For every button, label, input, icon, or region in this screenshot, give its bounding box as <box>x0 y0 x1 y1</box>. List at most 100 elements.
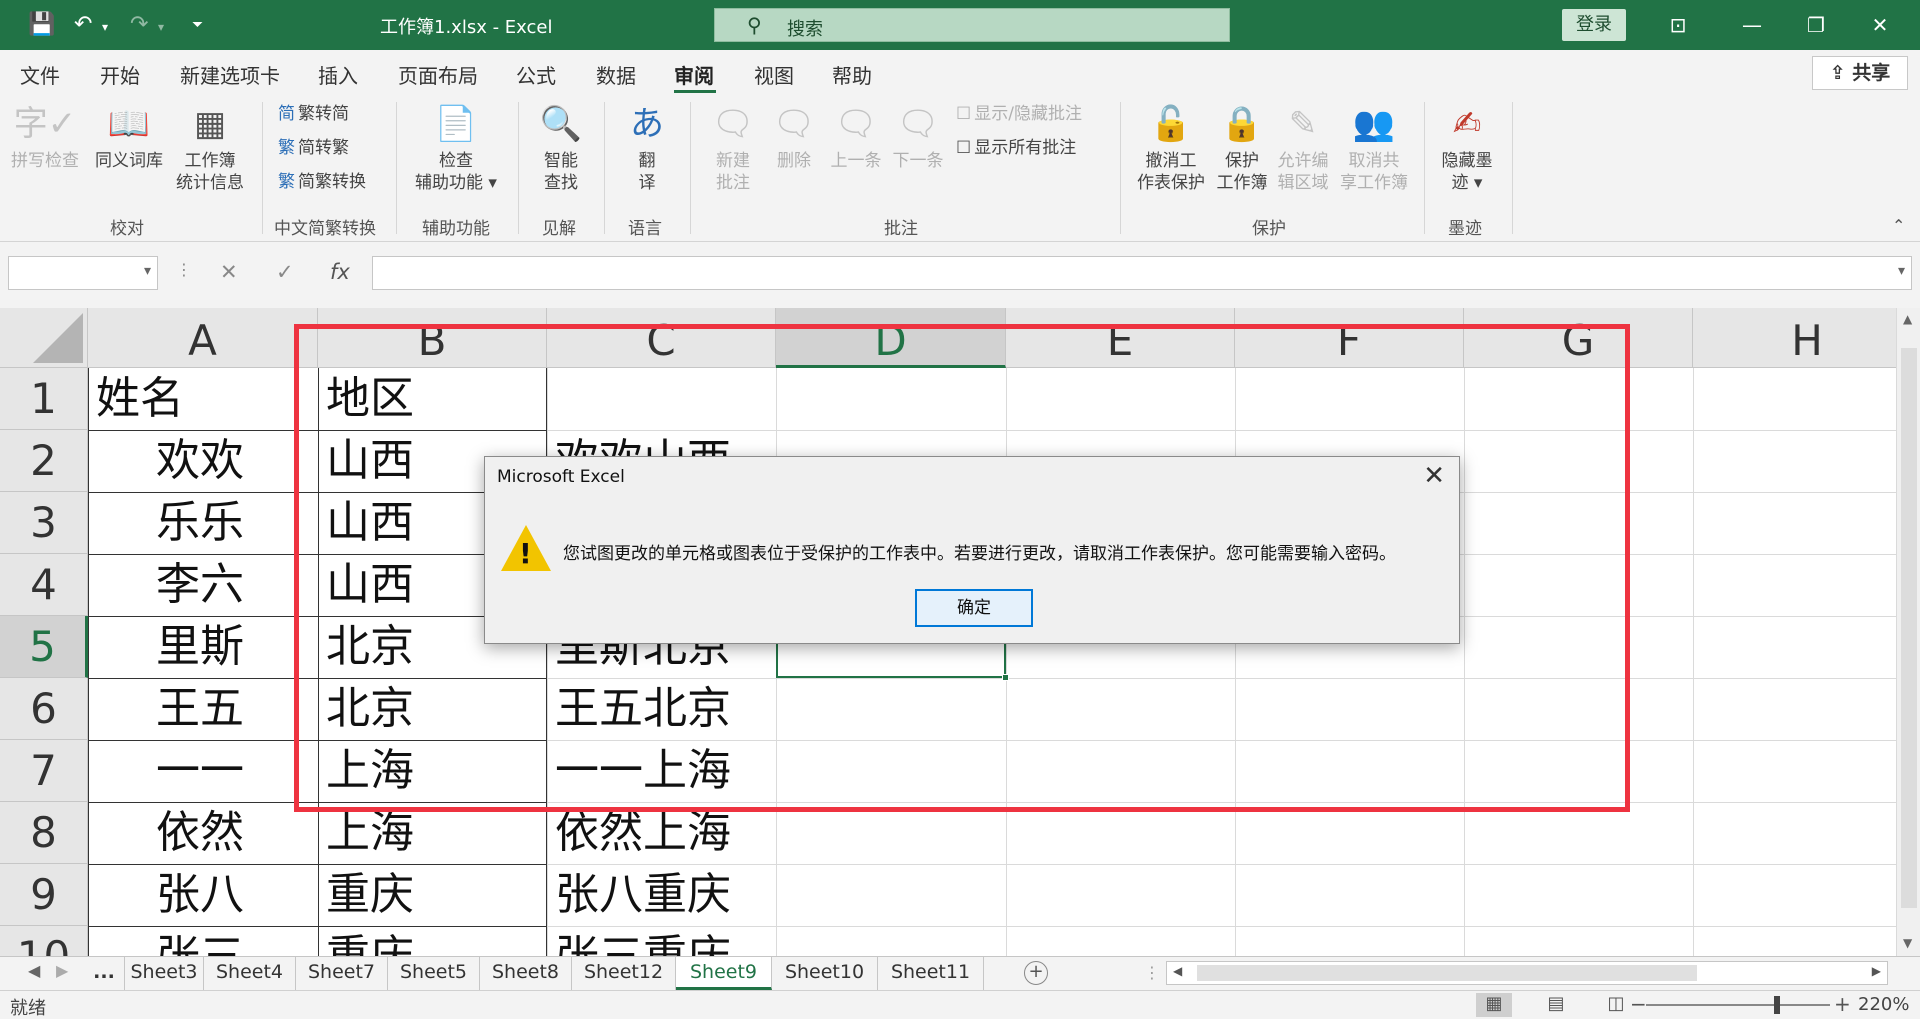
tab-review[interactable]: 审阅 <box>674 60 714 89</box>
cell-b2[interactable]: 山西 <box>326 430 414 492</box>
tab-data[interactable]: 数据 <box>596 60 636 89</box>
sheet-tab[interactable]: Sheet3 <box>124 957 204 990</box>
check-accessibility-button[interactable]: 📄 检查 辅助功能 ▾ <box>404 102 508 194</box>
tab-formulas[interactable]: 公式 <box>516 60 556 89</box>
cell-b10[interactable]: 重庆 <box>326 926 414 956</box>
cell-b3[interactable]: 山西 <box>326 492 414 554</box>
horizontal-scrollbar[interactable]: ◀ ▶ <box>1166 961 1888 985</box>
row-header-2[interactable]: 2 <box>0 430 88 492</box>
insert-function-icon[interactable]: fx <box>330 260 350 284</box>
simp-to-trad-button[interactable]: 繁简转繁 <box>278 136 349 160</box>
tab-page-layout[interactable]: 页面布局 <box>398 60 478 89</box>
tab-view[interactable]: 视图 <box>754 60 794 89</box>
unshare-workbook-button[interactable]: 👥 取消共 享工作簿 <box>1334 102 1414 194</box>
cell-b6[interactable]: 北京 <box>326 678 414 740</box>
allow-edit-ranges-button[interactable]: ✎ 允许编 辑区域 <box>1272 102 1334 194</box>
redo-icon[interactable]: ↷ <box>130 12 148 38</box>
restore-icon[interactable]: ❐ <box>1788 0 1844 50</box>
smart-lookup-button[interactable]: 🔍 智能 查找 <box>526 102 596 194</box>
page-break-view-icon[interactable]: ◫ <box>1598 993 1634 1017</box>
login-button[interactable]: 登录 <box>1562 9 1626 41</box>
select-all-button[interactable] <box>0 308 88 368</box>
cell-a2[interactable]: 欢欢 <box>156 430 244 492</box>
workbook-statistics-button[interactable]: ▦ 工作簿 统计信息 <box>170 102 250 194</box>
thesaurus-button[interactable]: 📖 同义词库 <box>92 102 166 172</box>
save-icon[interactable]: 💾 <box>28 12 55 38</box>
row-header-1[interactable]: 1 <box>0 368 88 430</box>
dialog-close-icon[interactable]: ✕ <box>1423 461 1445 491</box>
ok-button[interactable]: 确定 <box>915 589 1033 627</box>
customize-quick-access-icon[interactable]: ⏷ <box>192 12 203 38</box>
sheet-tab[interactable]: Sheet7 <box>296 957 388 990</box>
sheet-tab[interactable]: Sheet8 <box>480 957 572 990</box>
prev-sheet-icon[interactable]: ◀ <box>28 961 40 980</box>
new-comment-button[interactable]: 🗨 新建 批注 <box>700 102 766 194</box>
cell-b8[interactable]: 上海 <box>326 802 414 864</box>
fill-handle[interactable] <box>1002 674 1009 681</box>
horizontal-scroll-thumb[interactable] <box>1197 965 1697 981</box>
zoom-slider[interactable] <box>1646 1004 1830 1006</box>
tab-home[interactable]: 开始 <box>100 60 140 89</box>
sheet-tab[interactable]: Sheet4 <box>204 957 296 990</box>
vertical-scrollbar[interactable]: ▲ ▼ <box>1896 308 1920 956</box>
undo-icon[interactable]: ↶ <box>74 12 92 38</box>
cell-b5[interactable]: 北京 <box>326 616 414 678</box>
row-header-4[interactable]: 4 <box>0 554 88 616</box>
column-header-g[interactable]: G <box>1464 308 1693 368</box>
page-layout-view-icon[interactable]: ▤ <box>1538 993 1574 1017</box>
scroll-down-icon[interactable]: ▼ <box>1903 936 1912 950</box>
column-header-c[interactable]: C <box>547 308 776 368</box>
column-header-h[interactable]: H <box>1693 308 1896 368</box>
column-header-d[interactable]: D <box>776 308 1006 368</box>
sheet-tab[interactable]: Sheet5 <box>388 957 480 990</box>
row-header-3[interactable]: 3 <box>0 492 88 554</box>
vertical-scroll-thumb[interactable] <box>1901 348 1917 908</box>
cell-b4[interactable]: 山西 <box>326 554 414 616</box>
sheet-tab[interactable]: Sheet12 <box>572 957 676 990</box>
tab-insert[interactable]: 插入 <box>318 60 358 89</box>
cancel-icon[interactable]: ✕ <box>220 260 238 284</box>
zoom-slider-thumb[interactable] <box>1774 996 1780 1014</box>
tab-splitter-icon[interactable]: ⋮ <box>1144 963 1160 982</box>
column-header-f[interactable]: F <box>1235 308 1464 368</box>
zoom-out-icon[interactable]: − <box>1630 992 1647 1016</box>
scroll-left-icon[interactable]: ◀ <box>1173 964 1182 978</box>
minimize-icon[interactable]: — <box>1724 0 1780 50</box>
undo-dropdown-icon[interactable]: ▾ <box>102 14 108 40</box>
hide-ink-button[interactable]: ✍ 隐藏墨 迹 ▾ <box>1432 102 1502 194</box>
row-header-8[interactable]: 8 <box>0 802 88 864</box>
zoom-in-icon[interactable]: + <box>1834 992 1851 1016</box>
next-comment-button[interactable]: 🗨 下一条 <box>886 102 950 172</box>
cell-c9[interactable]: 张八重庆 <box>555 864 731 926</box>
normal-view-icon[interactable]: ▦ <box>1476 993 1512 1017</box>
cell-c10[interactable]: 张三重庆 <box>555 926 731 956</box>
cell-a6[interactable]: 王五 <box>156 678 244 740</box>
redo-dropdown-icon[interactable]: ▾ <box>158 14 164 40</box>
trad-to-simp-button[interactable]: 简繁转简 <box>278 102 349 126</box>
scroll-up-icon[interactable]: ▲ <box>1903 312 1912 326</box>
zoom-level[interactable]: 220% <box>1858 994 1909 1015</box>
tab-file[interactable]: 文件 <box>20 60 60 89</box>
show-hide-comment-button[interactable]: ☐ 显示/隐藏批注 <box>956 102 1082 126</box>
sheet-tab-active[interactable]: Sheet9 <box>676 957 772 990</box>
column-header-e[interactable]: E <box>1006 308 1235 368</box>
protect-workbook-button[interactable]: 🔒 保护 工作簿 <box>1212 102 1272 194</box>
sheet-tab[interactable]: Sheet10 <box>772 957 878 990</box>
cell-a7[interactable]: 一一 <box>156 740 244 802</box>
chinese-conversion-button[interactable]: 繁简繁转换 <box>278 170 366 194</box>
cell-a5[interactable]: 里斯 <box>156 616 244 678</box>
show-all-comments-button[interactable]: ☐ 显示所有批注 <box>956 136 1076 160</box>
cell-a8[interactable]: 依然 <box>156 802 244 864</box>
spelling-check-button[interactable]: 字✓ 拼写检查 <box>10 102 80 172</box>
cell-c7[interactable]: 一一上海 <box>555 740 731 802</box>
tab-new-tab[interactable]: 新建选项卡 <box>180 60 280 89</box>
tab-help[interactable]: 帮助 <box>832 60 872 89</box>
add-sheet-button[interactable]: + <box>1024 961 1048 985</box>
cell-c8[interactable]: 依然上海 <box>555 802 731 864</box>
more-sheets-button[interactable]: ... <box>84 957 124 990</box>
column-header-b[interactable]: B <box>318 308 547 368</box>
cell-b1[interactable]: 地区 <box>326 368 414 430</box>
delete-comment-button[interactable]: 🗨 删除 <box>766 102 822 172</box>
next-sheet-icon[interactable]: ▶ <box>56 961 68 980</box>
ribbon-display-options-icon[interactable]: ⊡ <box>1650 0 1706 50</box>
